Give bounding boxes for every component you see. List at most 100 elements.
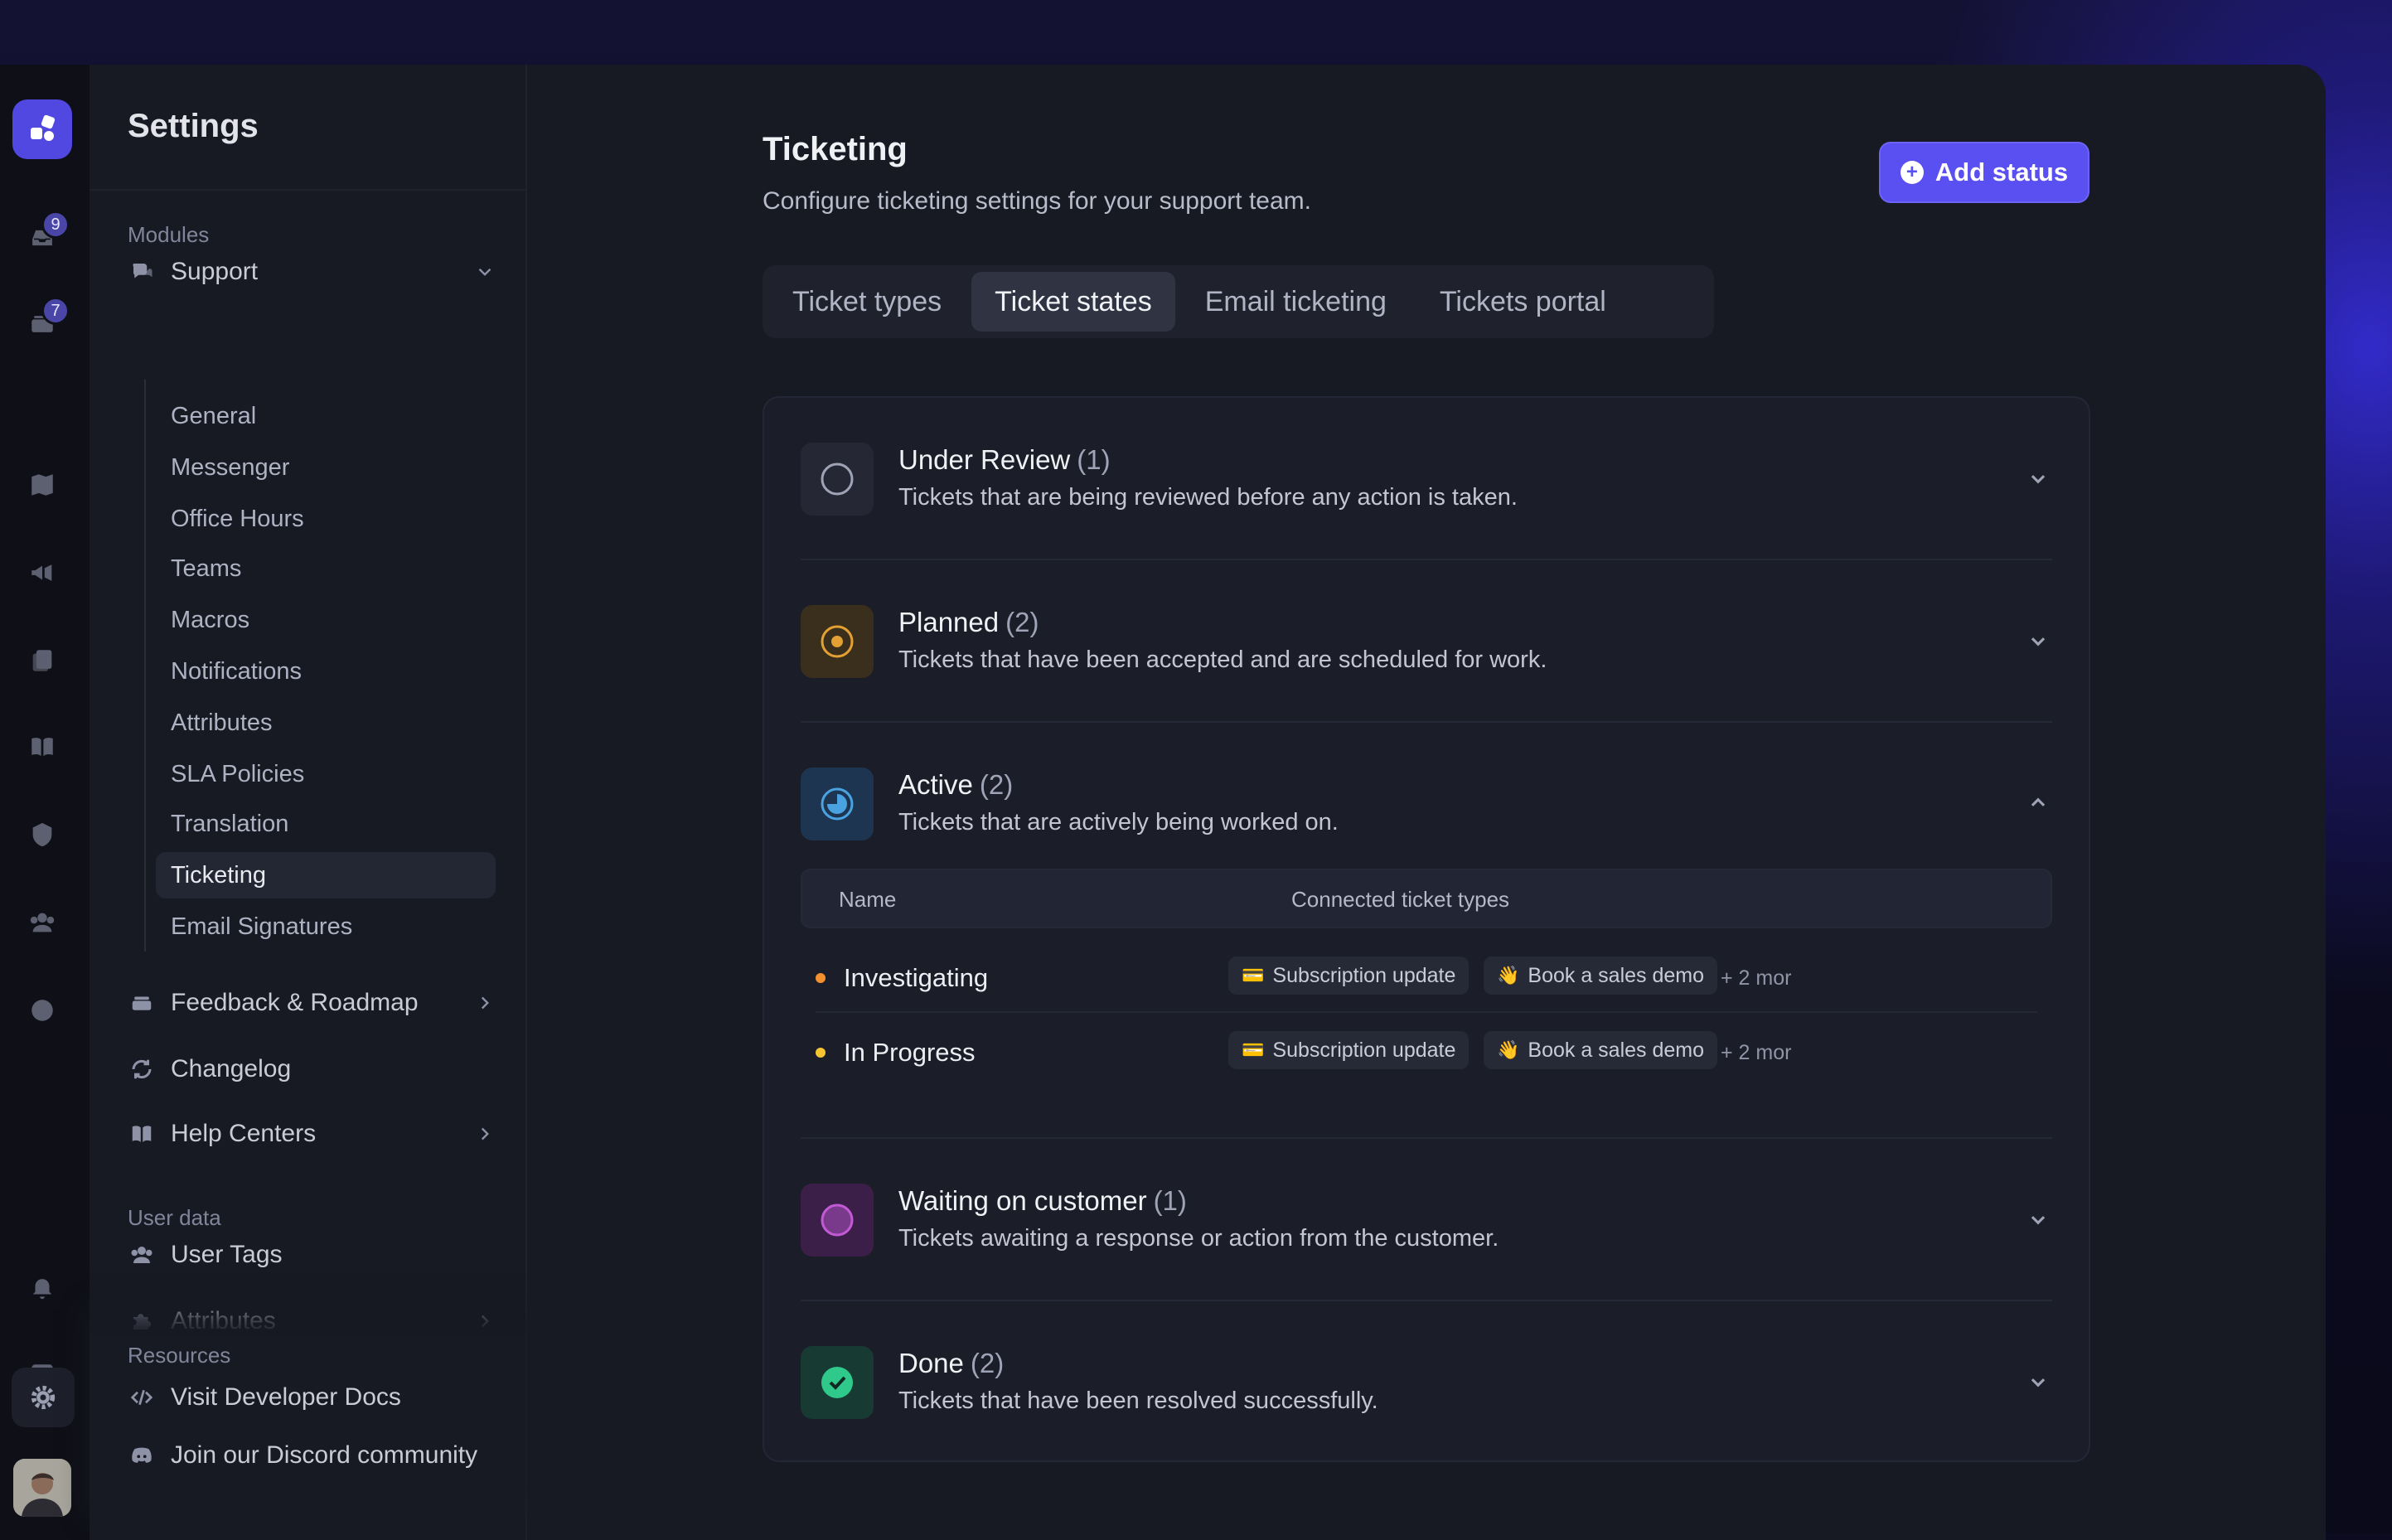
tab-bar: Ticket types Ticket states Email ticketi… (763, 265, 1714, 338)
settings-rail-button[interactable] (12, 1368, 75, 1427)
ticket-type-chip[interactable]: 👋Book a sales demo (1484, 1031, 1717, 1069)
waiting-circle-icon (801, 1184, 874, 1257)
substate-name: Investigating (844, 963, 988, 993)
inbox-icon[interactable]: 9 (25, 220, 60, 255)
sidebar-item-help-centers[interactable]: Help Centers (128, 1111, 496, 1157)
user-avatar[interactable] (13, 1459, 71, 1517)
settings-sidebar: Settings Modules Support General Messeng… (90, 65, 527, 1540)
book-icon[interactable] (25, 729, 60, 764)
ticket-type-chip[interactable]: 💳Subscription update (1228, 1031, 1469, 1069)
active-table-header: Name Connected ticket types (801, 869, 2052, 928)
roadmap-stack-icon (128, 989, 156, 1017)
sidebar-subitem-translation[interactable]: Translation (171, 801, 494, 847)
chip-label: Subscription update (1272, 964, 1455, 988)
sidebar-subitem-attributes[interactable]: Attributes (171, 700, 494, 746)
bot-icon[interactable] (25, 817, 60, 852)
icon-rail: 9 7 (0, 65, 90, 1540)
state-description: Tickets that are actively being worked o… (898, 809, 1339, 836)
sidebar-item-feedback-roadmap[interactable]: Feedback & Roadmap (128, 980, 496, 1026)
sidebar-item-label: Join our Discord community (171, 1441, 477, 1470)
state-name: Waiting on customer (898, 1185, 1147, 1216)
chevron-down-icon[interactable] (2024, 464, 2052, 492)
sidebar-item-discord[interactable]: Join our Discord community (128, 1432, 496, 1479)
state-description: Tickets that are being reviewed before a… (898, 484, 1518, 511)
tab-ticket-states[interactable]: Ticket states (971, 272, 1175, 332)
plus-circle-icon: + (1901, 161, 1924, 184)
sidebar-item-changelog[interactable]: Changelog (128, 1046, 496, 1092)
more-types-count[interactable]: + 2 mor (1721, 1041, 1791, 1065)
section-label-modules: Modules (128, 222, 209, 248)
submenu-guide-line (144, 380, 146, 952)
state-description: Tickets that have been accepted and are … (898, 647, 1547, 674)
globe-icon[interactable] (25, 993, 60, 1028)
sidebar-subitem-notifications[interactable]: Notifications (171, 648, 494, 695)
sidebar-subitem-macros[interactable]: Macros (171, 597, 494, 643)
sidebar-item-user-tags[interactable]: User Tags (128, 1232, 496, 1278)
sidebar-item-label: Help Centers (171, 1120, 316, 1148)
sidebar-item-developer-docs[interactable]: Visit Developer Docs (128, 1374, 496, 1421)
sidebar-subitem-office-hours[interactable]: Office Hours (171, 496, 494, 542)
waving-hand-icon: 👋 (1497, 1039, 1519, 1061)
roadmap-icon[interactable] (25, 467, 60, 502)
documents-icon[interactable] (25, 643, 60, 678)
sidebar-subitem-sla-policies[interactable]: SLA Policies (171, 751, 494, 797)
state-description: Tickets that have been resolved successf… (898, 1387, 1378, 1415)
tab-email-ticketing[interactable]: Email ticketing (1182, 272, 1410, 332)
tickets-icon[interactable]: 7 (25, 307, 60, 341)
more-types-count[interactable]: + 2 mor (1721, 966, 1791, 990)
puzzle-icon (128, 1307, 156, 1335)
sidebar-subitem-teams[interactable]: Teams (171, 545, 494, 592)
tab-ticket-types[interactable]: Ticket types (769, 272, 965, 332)
sidebar-item-support[interactable]: Support (128, 249, 496, 295)
chevron-down-icon[interactable] (2024, 1205, 2052, 1233)
add-status-button[interactable]: + Add status (1879, 142, 2089, 203)
waving-hand-icon: 👋 (1497, 965, 1519, 986)
sidebar-item-label: Attributes (171, 1307, 276, 1335)
sidebar-title: Settings (128, 108, 259, 145)
state-row-planned[interactable]: Planned(2) Tickets that have been accept… (801, 560, 2052, 723)
ticket-type-chip[interactable]: 💳Subscription update (1228, 956, 1469, 995)
users-icon[interactable] (25, 905, 60, 940)
check-circle-icon (801, 1346, 874, 1419)
sidebar-subitem-email-signatures[interactable]: Email Signatures (171, 903, 494, 950)
logo-icon (26, 113, 59, 146)
sidebar-item-label: Feedback & Roadmap (171, 989, 419, 1017)
sidebar-resources-panel: Resources Visit Developer Docs Join our … (90, 1334, 525, 1540)
state-title: Waiting on customer(1) (898, 1185, 1187, 1217)
sidebar-item-label: Changelog (171, 1055, 291, 1083)
state-count: (1) (1077, 444, 1110, 475)
chevron-right-icon (474, 1310, 496, 1332)
state-name: Active (898, 769, 973, 800)
chevron-down-icon[interactable] (2024, 1368, 2052, 1396)
refresh-icon (128, 1055, 156, 1083)
state-row-done[interactable]: Done(2) Tickets that have been resolved … (801, 1301, 2052, 1464)
substate-name: In Progress (844, 1038, 976, 1068)
ticket-type-chip[interactable]: 👋 Book a sales demo (1484, 956, 1717, 995)
tab-tickets-portal[interactable]: Tickets portal (1416, 272, 1629, 332)
page-subtitle: Configure ticketing settings for your su… (763, 187, 1311, 216)
substate-row-in-progress[interactable]: In Progress 💳Subscription update 👋Book a… (816, 1015, 2037, 1087)
state-count: (1) (1154, 1185, 1187, 1216)
state-row-under-review[interactable]: Under Review(1) Tickets that are being r… (801, 398, 2052, 560)
megaphone-icon[interactable] (25, 555, 60, 590)
sidebar-subitem-ticketing[interactable]: Ticketing (156, 852, 496, 898)
bell-icon[interactable] (25, 1270, 60, 1305)
state-row-waiting-on-customer[interactable]: Waiting on customer(1) Tickets awaiting … (801, 1139, 2052, 1301)
chevron-down-icon (474, 261, 496, 283)
state-title: Planned(2) (898, 607, 1039, 638)
sidebar-subitem-messenger[interactable]: Messenger (171, 444, 494, 491)
avatar-image (13, 1459, 71, 1517)
section-label-user-data: User data (128, 1205, 221, 1231)
chip-label: Book a sales demo (1528, 964, 1704, 988)
column-header-name: Name (839, 887, 896, 913)
chevron-up-icon[interactable] (2024, 789, 2052, 817)
state-count: (2) (980, 769, 1013, 800)
state-title: Active(2) (898, 769, 1013, 801)
chevron-down-icon[interactable] (2024, 627, 2052, 655)
state-count: (2) (1005, 607, 1039, 637)
gear-icon (29, 1383, 57, 1412)
credit-card-icon: 💳 (1242, 1039, 1264, 1061)
app-logo[interactable] (12, 99, 72, 159)
substate-row-investigating[interactable]: Investigating 💳Subscription update 👋 Book… (816, 940, 2037, 1013)
sidebar-subitem-general[interactable]: General (171, 393, 494, 439)
